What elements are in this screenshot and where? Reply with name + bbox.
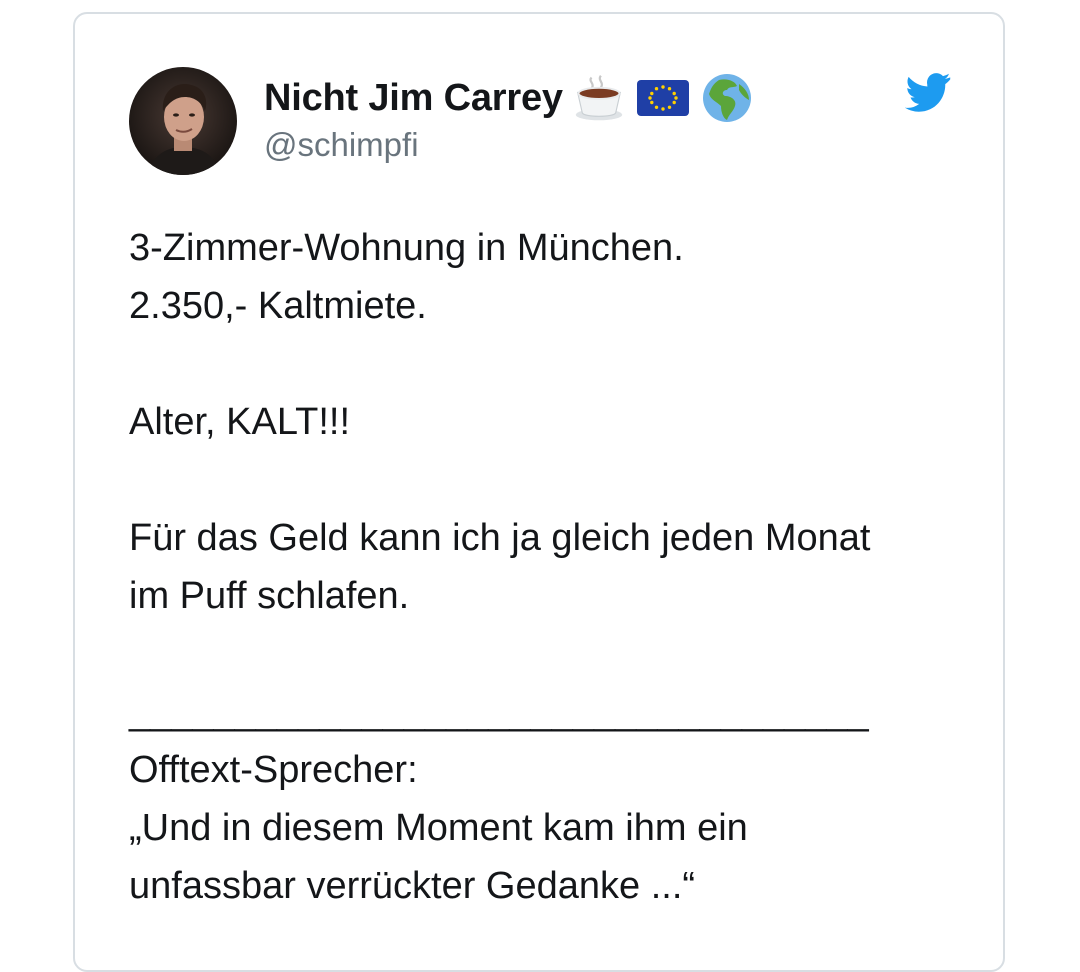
author-display-name[interactable]: Nicht Jim Carrey (264, 77, 563, 120)
tweet-text-line: Alter, KALT!!! (129, 401, 351, 443)
eu-flag-icon (635, 72, 691, 124)
author-handle[interactable]: @schimpfi (264, 126, 419, 164)
text-separator: ___________________________________ (129, 691, 869, 733)
coffee-cup-icon (571, 72, 627, 124)
twitter-bird-icon[interactable] (905, 72, 951, 112)
tweet-text-line: im Puff schlafen. (129, 575, 410, 617)
tweet-text-line: unfassbar verrückter Gedanke ...“ (129, 865, 696, 907)
tweet-card: Nicht Jim Carrey @schimpfi 3-Zimmer-Wohn… (73, 12, 1005, 972)
tweet-text: 3-Zimmer-Wohnung in München. 2.350,- Kal… (129, 219, 969, 915)
tweet-text-line: „Und in diesem Moment kam ihm ein (129, 807, 748, 849)
tweet-text-line: 3-Zimmer-Wohnung in München. (129, 227, 684, 269)
tweet-text-line: 2.350,- Kaltmiete. (129, 285, 427, 327)
author-name-row: Nicht Jim Carrey (264, 72, 755, 124)
tweet-text-line: Für das Geld kann ich ja gleich jeden Mo… (129, 517, 871, 559)
globe-africa-europe-icon (699, 72, 755, 124)
avatar[interactable] (129, 67, 237, 175)
tweet-text-line: Offtext-Sprecher: (129, 749, 418, 791)
